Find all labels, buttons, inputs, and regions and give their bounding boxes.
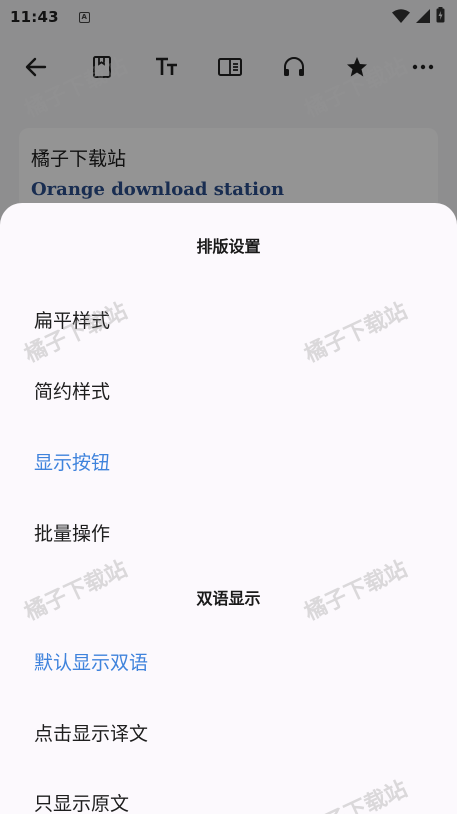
layout-settings-header: 排版设置 <box>196 237 261 256</box>
bilingual-display-header: 双语显示 <box>196 589 261 608</box>
tap-show-translation-option[interactable]: 点击显示译文 <box>34 719 148 746</box>
batch-operation-option[interactable]: 批量操作 <box>34 519 110 546</box>
default-bilingual-option[interactable]: 默认显示双语 <box>34 648 148 675</box>
layout-settings-sheet: 排版设置 扁平样式 简约样式 显示按钮 批量操作 双语显示 默认显示双语 点击显… <box>0 203 457 814</box>
simple-style-option[interactable]: 简约样式 <box>34 377 110 404</box>
watermark: 橘子下载站 <box>300 776 412 814</box>
flat-style-option[interactable]: 扁平样式 <box>34 306 110 333</box>
original-only-option[interactable]: 只显示原文 <box>34 789 129 814</box>
watermark: 橘子下载站 <box>300 298 412 368</box>
show-buttons-option[interactable]: 显示按钮 <box>34 448 110 475</box>
